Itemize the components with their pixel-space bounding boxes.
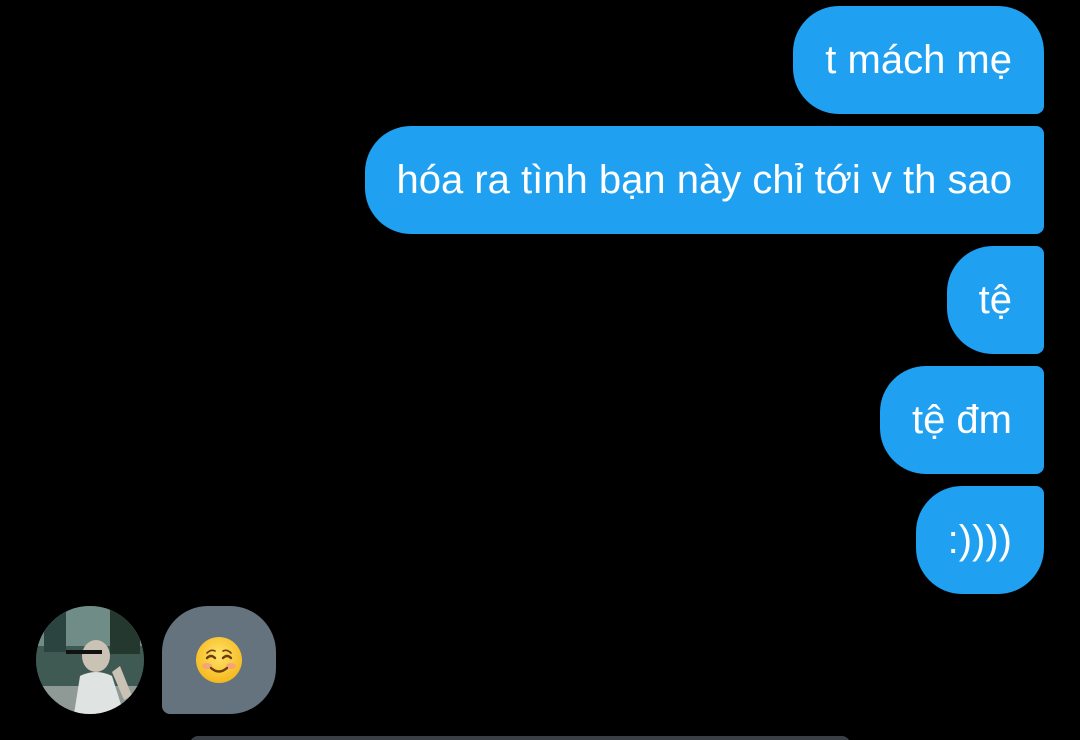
outgoing-message[interactable]: hóa ra tình bạn này chỉ tới v th sao — [364, 126, 1044, 234]
contact-avatar[interactable] — [36, 606, 144, 714]
outgoing-message[interactable]: :)))) — [915, 486, 1044, 594]
chat-thread: t mách mẹ hóa ra tình bạn này chỉ tới v … — [0, 0, 1080, 740]
incoming-message[interactable] — [162, 606, 276, 714]
avatar-photo — [36, 606, 144, 714]
outgoing-message[interactable]: t mách mẹ — [793, 6, 1044, 114]
smiling-face-emoji-icon — [196, 637, 242, 683]
message-text: hóa ra tình bạn này chỉ tới v th sao — [396, 158, 1013, 202]
message-text: :)))) — [947, 518, 1012, 562]
message-text: t mách mẹ — [825, 38, 1012, 82]
message-text: tệ — [978, 278, 1012, 322]
composer-edge — [190, 736, 850, 740]
outgoing-message[interactable]: tệ đm — [879, 366, 1044, 474]
message-text: tệ đm — [911, 398, 1012, 442]
outgoing-message[interactable]: tệ — [946, 246, 1044, 354]
